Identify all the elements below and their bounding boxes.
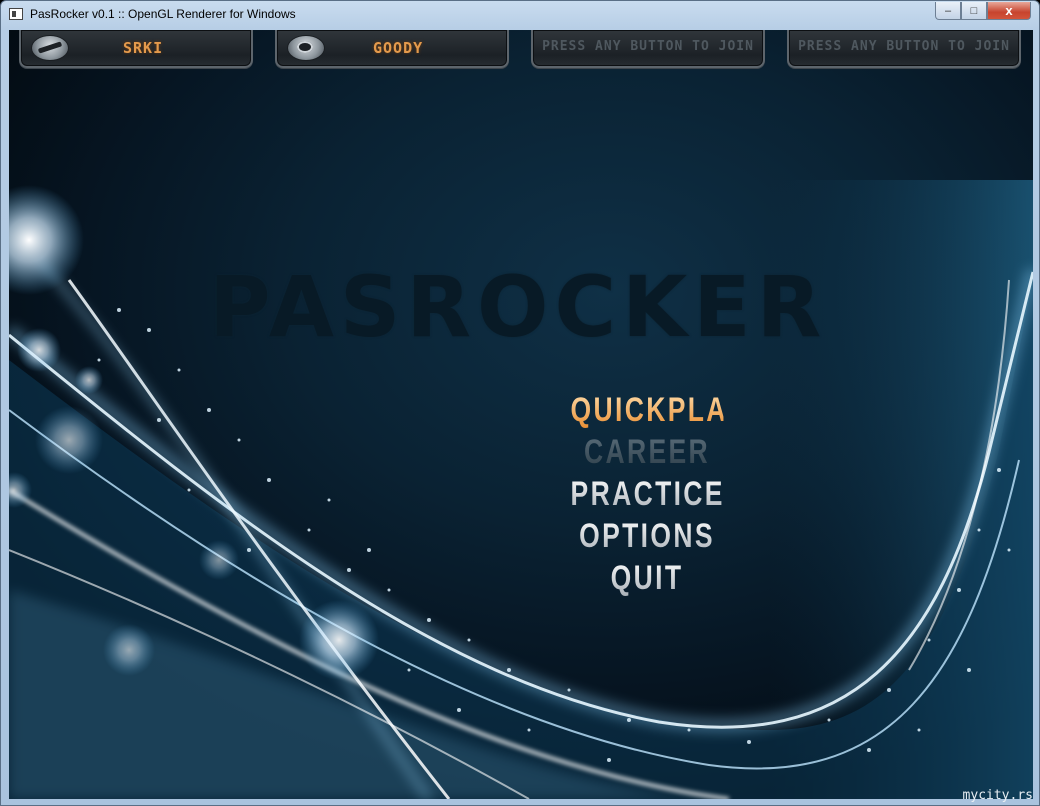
app-icon[interactable]: [9, 8, 23, 20]
maximize-button[interactable]: □: [961, 2, 987, 20]
menu-item-options[interactable]: OPTIONS: [571, 516, 724, 556]
player-1-name: SRKI: [123, 39, 164, 57]
menu-item-quickplay[interactable]: QUICKPLAY: [571, 390, 743, 430]
title-bar[interactable]: PasRocker v0.1 :: OpenGL Renderer for Wi…: [1, 1, 1039, 29]
player-3-join-prompt: PRESS ANY BUTTON TO JOIN: [542, 39, 754, 54]
window-controls: – □ x: [935, 2, 1031, 20]
minimize-button[interactable]: –: [935, 2, 961, 20]
close-button[interactable]: x: [987, 2, 1031, 20]
game-viewport[interactable]: PASROCKER SRKI GOODY PRESS ANY BUTTON TO…: [9, 30, 1033, 799]
player-2-name: GOODY: [373, 39, 424, 57]
player-slot-3[interactable]: PRESS ANY BUTTON TO JOIN: [531, 30, 765, 68]
menu-item-quit[interactable]: QUIT: [571, 558, 724, 598]
drum-icon: [287, 35, 325, 61]
player-slot-2[interactable]: GOODY: [275, 30, 509, 68]
game-window: PasRocker v0.1 :: OpenGL Renderer for Wi…: [0, 0, 1040, 806]
player-slot-1[interactable]: SRKI: [19, 30, 253, 68]
player-4-join-prompt: PRESS ANY BUTTON TO JOIN: [798, 39, 1010, 54]
background-light-streaks: [9, 180, 1033, 799]
guitar-icon: [31, 35, 69, 61]
site-watermark: mycity.rs: [962, 788, 1033, 803]
menu-item-practice[interactable]: PRACTICE: [571, 474, 724, 514]
pasrocker-logo-watermark: PASROCKER: [209, 258, 828, 356]
window-title: PasRocker v0.1 :: OpenGL Renderer for Wi…: [30, 7, 296, 21]
menu-item-career[interactable]: CAREER: [571, 432, 724, 472]
player-slot-4[interactable]: PRESS ANY BUTTON TO JOIN: [787, 30, 1021, 68]
